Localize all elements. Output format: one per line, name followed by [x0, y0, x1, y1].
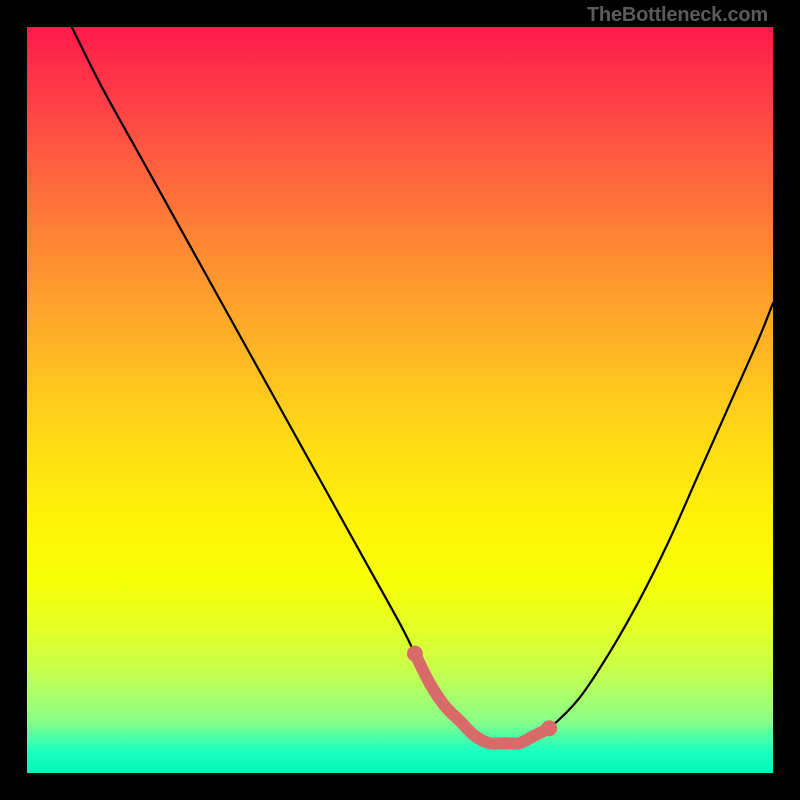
highlight-dot-start: [407, 646, 423, 662]
highlight-dot-end: [541, 720, 557, 736]
bottleneck-curve: [72, 27, 773, 744]
highlight-segment: [415, 654, 549, 744]
plot-area: [27, 27, 773, 773]
chart-svg: [27, 27, 773, 773]
chart-frame: TheBottleneck.com: [0, 0, 800, 800]
attribution-label: TheBottleneck.com: [587, 4, 768, 27]
